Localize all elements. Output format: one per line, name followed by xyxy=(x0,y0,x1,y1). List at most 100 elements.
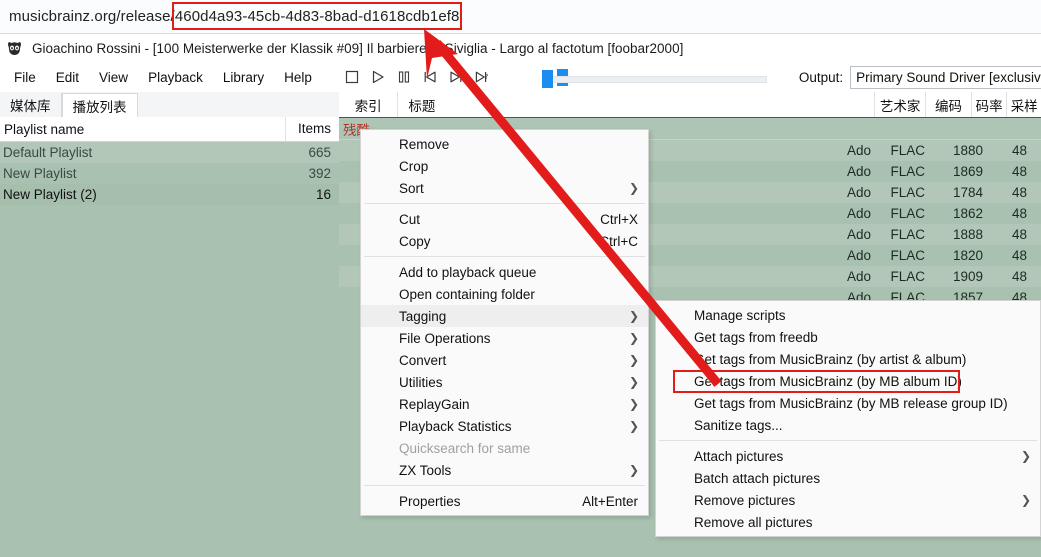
tab-playlists[interactable]: 播放列表 xyxy=(61,93,138,117)
menu-item-get-tags-musicbrainz-album-id[interactable]: Get tags from MusicBrainz (by MB album I… xyxy=(656,370,1040,392)
menu-view[interactable]: View xyxy=(89,67,138,88)
random-track-button[interactable]: ? xyxy=(470,65,494,89)
menu-item-label: Batch attach pictures xyxy=(694,470,821,486)
menu-item-remove-pictures[interactable]: Remove pictures ❯ xyxy=(656,489,1040,511)
menu-item-label: Quicksearch for same xyxy=(399,440,531,456)
track-codec: FLAC xyxy=(890,248,925,263)
column-header-codec[interactable]: 编码 xyxy=(926,92,972,117)
menu-item-remove[interactable]: Remove xyxy=(361,133,648,155)
next-track-button[interactable] xyxy=(444,65,468,89)
menu-item-get-tags-musicbrainz-artist-album[interactable]: Get tags from MusicBrainz (by artist & a… xyxy=(656,348,1040,370)
menu-item-label: Properties xyxy=(399,493,461,509)
menu-item-label: Sort xyxy=(399,180,424,196)
menu-item-add-to-playback-queue[interactable]: Add to playback queue xyxy=(361,261,648,283)
chevron-right-icon: ❯ xyxy=(628,353,639,367)
menu-item-tagging[interactable]: Tagging ❯ xyxy=(361,305,648,327)
menu-item-label: File Operations xyxy=(399,330,491,346)
playlist-manager-header: Playlist name Items xyxy=(0,117,339,142)
library-tabs: 媒体库 播放列表 xyxy=(0,92,138,117)
track-artist: Ado xyxy=(846,206,871,221)
menu-item-label: Cut xyxy=(399,211,421,227)
column-header-index[interactable]: 索引 xyxy=(339,92,399,117)
menu-library[interactable]: Library xyxy=(213,67,274,88)
menu-item-get-tags-freedb[interactable]: Get tags from freedb xyxy=(656,326,1040,348)
seek-slider[interactable] xyxy=(532,62,779,92)
menu-item-replaygain[interactable]: ReplayGain ❯ xyxy=(361,393,648,415)
menu-item-label: Get tags from MusicBrainz (by MB release… xyxy=(694,395,1008,411)
menu-item-open-containing-folder[interactable]: Open containing folder xyxy=(361,283,648,305)
chevron-right-icon: ❯ xyxy=(628,463,639,477)
items-column-header[interactable]: Items xyxy=(285,117,339,141)
transport-controls: ? xyxy=(334,62,500,92)
volume-slider[interactable] xyxy=(512,62,568,92)
window-title: Gioachino Rossini - [100 Meisterwerke de… xyxy=(32,40,684,56)
playlist-row-new-2[interactable]: New Playlist (2) 16 xyxy=(0,184,339,205)
menu-item-cut[interactable]: Cut Ctrl+X xyxy=(361,208,648,230)
menu-item-properties[interactable]: Properties Alt+Enter xyxy=(361,490,648,512)
menu-item-accelerator: Alt+Enter xyxy=(582,493,638,509)
playlist-name: New Playlist xyxy=(3,166,77,181)
menu-item-attach-pictures[interactable]: Attach pictures ❯ xyxy=(656,445,1040,467)
menu-item-accelerator: Ctrl+X xyxy=(600,211,638,227)
menu-edit[interactable]: Edit xyxy=(46,67,89,88)
track-bitrate: 1869 xyxy=(952,164,983,179)
menu-item-label: Tagging xyxy=(399,308,447,324)
menu-item-label: Get tags from MusicBrainz (by MB album I… xyxy=(694,373,962,389)
track-codec: FLAC xyxy=(890,185,925,200)
main-toolbar: File Edit View Playback Library Help ? O… xyxy=(0,62,1041,93)
playlist-name-column-header[interactable]: Playlist name xyxy=(0,122,285,137)
output-device-combo[interactable]: Primary Sound Driver [exclusive] xyxy=(850,65,1041,89)
playlist-item-count: 392 xyxy=(308,166,331,181)
chevron-right-icon: ❯ xyxy=(628,309,639,323)
browser-url-bar[interactable]: musicbrainz.org/release/460d4a93-45cb-4d… xyxy=(0,0,1041,34)
menu-help[interactable]: Help xyxy=(274,67,322,88)
tab-media-library[interactable]: 媒体库 xyxy=(0,93,62,117)
menu-playback[interactable]: Playback xyxy=(138,67,213,88)
menu-item-utilities[interactable]: Utilities ❯ xyxy=(361,371,648,393)
previous-track-button[interactable] xyxy=(418,65,442,89)
stop-button[interactable] xyxy=(340,65,364,89)
playlist-row-default[interactable]: Default Playlist 665 xyxy=(0,142,339,163)
tagging-submenu: Manage scripts Get tags from freedb Get … xyxy=(655,300,1041,537)
chevron-right-icon: ❯ xyxy=(1020,449,1031,463)
track-codec: FLAC xyxy=(890,269,925,284)
menu-separator xyxy=(364,203,645,204)
menu-item-sort[interactable]: Sort ❯ xyxy=(361,177,648,199)
menu-item-get-tags-musicbrainz-release-group-id[interactable]: Get tags from MusicBrainz (by MB release… xyxy=(656,392,1040,414)
menu-separator xyxy=(364,256,645,257)
chevron-right-icon: ❯ xyxy=(1020,493,1031,507)
track-codec: FLAC xyxy=(890,206,925,221)
track-samplerate: 48 xyxy=(1011,185,1027,200)
menu-item-manage-scripts[interactable]: Manage scripts xyxy=(656,304,1040,326)
menu-item-sanitize-tags[interactable]: Sanitize tags... xyxy=(656,414,1040,436)
seek-knob[interactable] xyxy=(541,70,553,88)
menu-item-label: Remove all pictures xyxy=(694,514,813,530)
column-header-bitrate[interactable]: 码率 xyxy=(972,92,1008,117)
menu-item-file-operations[interactable]: File Operations ❯ xyxy=(361,327,648,349)
track-bitrate: 1888 xyxy=(952,227,983,242)
pause-button[interactable] xyxy=(392,65,416,89)
track-bitrate: 1784 xyxy=(952,185,983,200)
column-header-samplerate[interactable]: 采样 xyxy=(1007,92,1041,117)
menu-item-zx-tools[interactable]: ZX Tools ❯ xyxy=(361,459,648,481)
menu-separator xyxy=(364,485,645,486)
menu-item-remove-all-pictures[interactable]: Remove all pictures xyxy=(656,511,1040,533)
foobar2000-logo-icon xyxy=(6,40,23,57)
menu-file[interactable]: File xyxy=(4,67,46,88)
track-artist: Ado xyxy=(846,164,871,179)
column-header-title[interactable]: 标题 xyxy=(398,92,875,117)
menu-item-label: Copy xyxy=(399,233,431,249)
menu-item-label: Sanitize tags... xyxy=(694,417,783,433)
playlist-row-new[interactable]: New Playlist 392 xyxy=(0,163,339,184)
menu-item-crop[interactable]: Crop xyxy=(361,155,648,177)
track-bitrate: 1880 xyxy=(952,143,983,158)
menu-item-label: Open containing folder xyxy=(399,286,535,302)
menu-item-playback-statistics[interactable]: Playback Statistics ❯ xyxy=(361,415,648,437)
menu-item-copy[interactable]: Copy Ctrl+C xyxy=(361,230,648,252)
play-button[interactable] xyxy=(366,65,390,89)
menu-item-convert[interactable]: Convert ❯ xyxy=(361,349,648,371)
playlist-item-count: 16 xyxy=(315,187,331,202)
menu-item-batch-attach-pictures[interactable]: Batch attach pictures xyxy=(656,467,1040,489)
menu-item-quicksearch-for-same: Quicksearch for same xyxy=(361,437,648,459)
column-header-artist[interactable]: 艺术家 xyxy=(875,92,927,117)
